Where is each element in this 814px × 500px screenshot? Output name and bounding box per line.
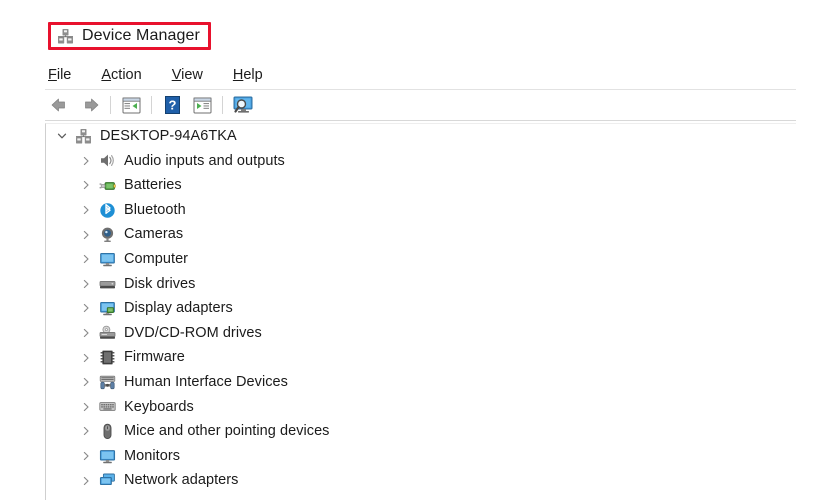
tree-item-label: Human Interface Devices [124, 373, 288, 390]
tree-row-human-interface-devices[interactable]: Human Interface Devices [46, 370, 796, 395]
chevron-right-icon[interactable] [78, 300, 94, 316]
tree-item-label: Cameras [124, 226, 184, 243]
menu-action[interactable]: Action [101, 67, 158, 83]
tree-item-label: Firmware [124, 349, 185, 366]
menu-help[interactable]: Help [233, 67, 280, 83]
tree-item-label: Bluetooth [124, 201, 186, 218]
properties-icon[interactable] [187, 92, 217, 118]
camera-icon [98, 226, 116, 244]
network-adapter-icon [98, 472, 116, 490]
chevron-right-icon[interactable] [78, 251, 94, 267]
help-icon[interactable]: ? [157, 92, 187, 118]
toolbar: ? [45, 90, 796, 120]
tree-root-label: DESKTOP-94A6TKA [100, 128, 237, 145]
tree-row-root[interactable]: DESKTOP-94A6TKA [46, 124, 796, 149]
scan-hardware-changes-icon[interactable] [228, 92, 258, 118]
menu-view[interactable]: View [172, 67, 220, 83]
tree-row-firmware[interactable]: Firmware [46, 345, 796, 370]
tree-row-network-adapters[interactable]: Network adapters [46, 468, 796, 493]
back-arrow-icon[interactable] [45, 92, 75, 118]
window-title-bar: Device Manager [48, 22, 211, 50]
tree-item-label: Monitors [124, 447, 180, 464]
tree-item-label: Audio inputs and outputs [124, 152, 285, 169]
toolbar-divider-1 [110, 96, 111, 114]
chevron-right-icon[interactable] [78, 399, 94, 415]
chevron-right-icon[interactable] [78, 423, 94, 439]
tree-row-batteries[interactable]: Batteries [46, 173, 796, 198]
bluetooth-icon [98, 201, 116, 219]
chevron-right-icon[interactable] [78, 374, 94, 390]
battery-icon [98, 176, 116, 194]
chevron-right-icon[interactable] [78, 202, 94, 218]
tree-row-monitors[interactable]: Monitors [46, 444, 796, 469]
chevron-right-icon[interactable] [78, 276, 94, 292]
page-title: Device Manager [82, 27, 200, 44]
tree-item-label: DVD/CD-ROM drives [124, 324, 262, 341]
monitor-icon [98, 447, 116, 465]
chevron-right-icon[interactable] [78, 448, 94, 464]
toolbar-divider-3 [222, 96, 223, 114]
speaker-icon [98, 152, 116, 170]
tree-row-keyboards[interactable]: Keyboards [46, 395, 796, 420]
tree-item-label: Disk drives [124, 275, 196, 292]
tree-row-audio-inputs-and-outputs[interactable]: Audio inputs and outputs [46, 149, 796, 174]
toolbar-divider-2 [151, 96, 152, 114]
computer-root-icon [74, 127, 92, 145]
tree-row-display-adapters[interactable]: Display adapters [46, 296, 796, 321]
chevron-right-icon[interactable] [78, 227, 94, 243]
menu-file[interactable]: File [48, 67, 88, 83]
chevron-down-icon[interactable] [54, 128, 70, 144]
mouse-icon [98, 422, 116, 440]
toolbar-tree-divider [45, 120, 796, 121]
chevron-right-icon[interactable] [78, 153, 94, 169]
chevron-right-icon[interactable] [78, 177, 94, 193]
show-hide-console-tree-icon[interactable] [116, 92, 146, 118]
tree-row-dvd-cd-rom-drives[interactable]: DVD/CD-ROM drives [46, 321, 796, 346]
chevron-right-icon[interactable] [78, 350, 94, 366]
tree-row-computer[interactable]: Computer [46, 247, 796, 272]
display-adapter-icon [98, 299, 116, 317]
firmware-icon [98, 349, 116, 367]
forward-arrow-icon[interactable] [75, 92, 105, 118]
tree-item-label: Batteries [124, 177, 182, 194]
dvd-drive-icon [98, 324, 116, 342]
chevron-right-icon[interactable] [78, 473, 94, 489]
hid-icon [98, 373, 116, 391]
chevron-right-icon[interactable] [78, 325, 94, 341]
tree-item-label: Mice and other pointing devices [124, 423, 330, 440]
tree-item-label: Network adapters [124, 472, 239, 489]
computer-icon [98, 250, 116, 268]
tree-row-disk-drives[interactable]: Disk drives [46, 272, 796, 297]
tree-row-mice-and-other-pointing-devices[interactable]: Mice and other pointing devices [46, 419, 796, 444]
disk-drive-icon [98, 275, 116, 293]
device-manager-window: Device Manager File Action View Help ? D… [0, 0, 814, 500]
tree-item-label: Keyboards [124, 398, 194, 415]
device-tree[interactable]: DESKTOP-94A6TKA Audio inputs and outputs [45, 123, 796, 500]
svg-text:?: ? [168, 98, 176, 113]
tree-item-label: Computer [124, 251, 189, 268]
menu-bar: File Action View Help [48, 62, 293, 88]
tree-row-bluetooth[interactable]: Bluetooth [46, 198, 796, 223]
tree-item-label: Display adapters [124, 300, 233, 317]
keyboard-icon [98, 398, 116, 416]
device-manager-icon [57, 28, 74, 45]
tree-row-cameras[interactable]: Cameras [46, 222, 796, 247]
